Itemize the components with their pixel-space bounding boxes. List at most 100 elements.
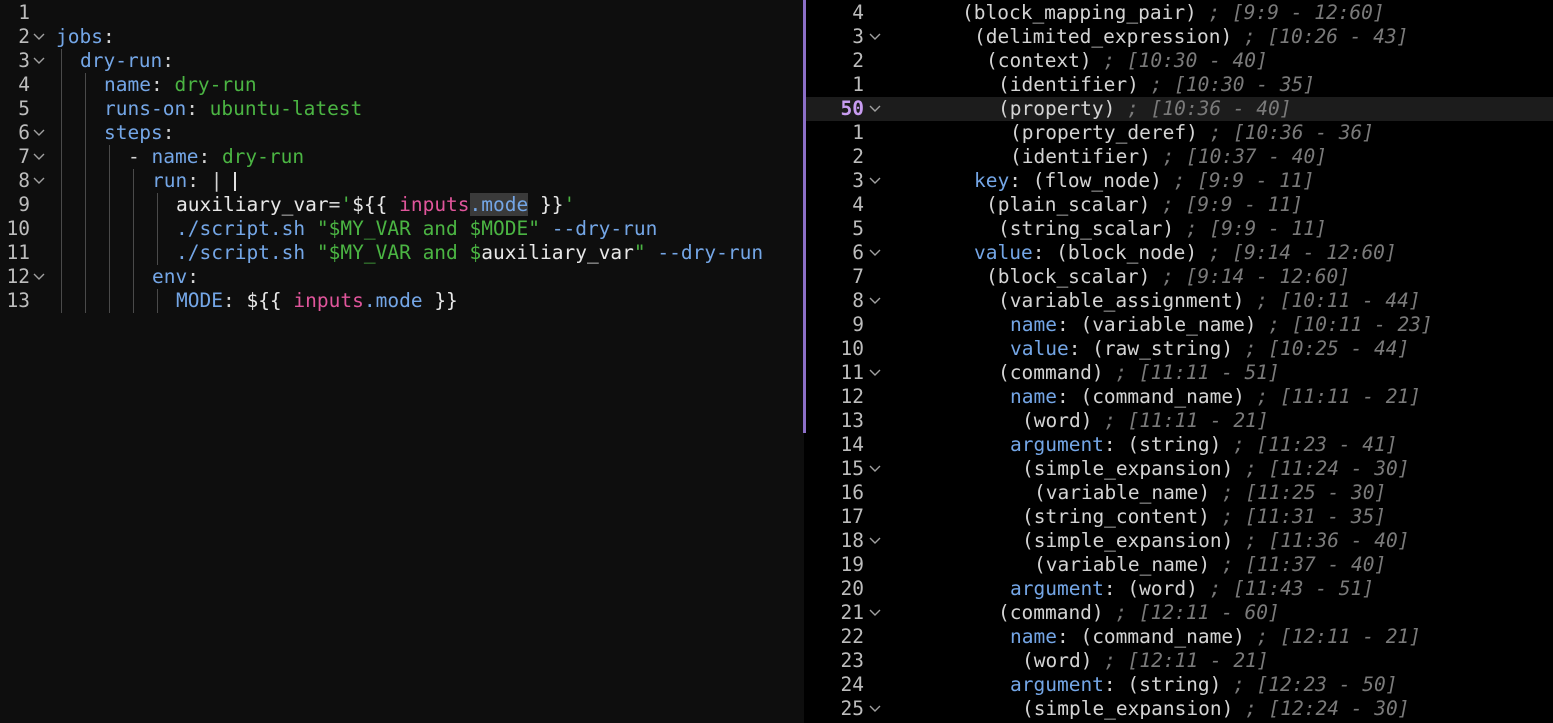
code-token: name <box>1010 625 1057 648</box>
tree-node-line[interactable]: 13 (word) ; [11:11 - 21] <box>806 409 1553 433</box>
line-content: (context) ; [10:30 - 40] <box>986 49 1268 73</box>
tree-node-line[interactable]: 24 argument: (string) ; [12:23 - 50] <box>806 673 1553 697</box>
line-number: 10 <box>6 217 30 240</box>
tree-node-line[interactable]: 4 (plain_scalar) ; [9:9 - 11] <box>806 193 1553 217</box>
line-gutter: 16 <box>806 481 882 505</box>
tree-node-line[interactable]: 23 (word) ; [12:11 - 21] <box>806 649 1553 673</box>
indent-guide <box>61 289 62 313</box>
tree-node-line[interactable]: 21 (command) ; [12:11 - 60] <box>806 601 1553 625</box>
indent-guide <box>133 169 134 193</box>
tree-node-line[interactable]: 18 (simple_expansion) ; [11:36 - 40] <box>806 529 1553 553</box>
line-number: 16 <box>840 481 864 504</box>
fold-chevron-icon[interactable] <box>868 601 882 625</box>
tree-node-line[interactable]: 2 (context) ; [10:30 - 40] <box>806 49 1553 73</box>
tree-node-line[interactable]: 8 (variable_assignment) ; [10:11 - 44] <box>806 289 1553 313</box>
fold-chevron-icon[interactable] <box>868 457 882 481</box>
code-line[interactable]: 10 ./script.sh "$MY_VAR and $MODE" --dry-… <box>0 217 804 241</box>
indent-guide <box>61 217 62 241</box>
tree-node-line[interactable]: 22 name: (command_name) ; [12:11 - 21] <box>806 625 1553 649</box>
code-token: steps <box>104 121 163 144</box>
fold-chevron-icon[interactable] <box>32 145 46 169</box>
editor-pane[interactable]: 1 2 jobs: 3 dry-run: 4 name: dry-run 5 runs-on: … <box>0 0 804 723</box>
text-cursor <box>234 172 237 191</box>
code-line[interactable]: 7 - name: dry-run <box>0 145 804 169</box>
tree-node-line[interactable]: 25 (simple_expansion) ; [12:24 - 30] <box>806 697 1553 721</box>
code-line[interactable]: 9 auxiliary_var='${{ inputs.mode }}' <box>0 193 804 217</box>
line-content: (property_deref) ; [10:36 - 36] <box>1010 121 1374 145</box>
tree-node-line[interactable]: 15 (simple_expansion) ; [11:24 - 30] <box>806 457 1553 481</box>
line-gutter: 13 <box>806 409 882 433</box>
fold-chevron-icon[interactable] <box>32 265 46 289</box>
fold-chevron-icon[interactable] <box>32 25 46 49</box>
line-content: (command) ; [12:11 - 60] <box>998 601 1280 625</box>
fold-chevron-icon[interactable] <box>868 169 882 193</box>
tree-node-line[interactable]: 1 (identifier) ; [10:30 - 35] <box>806 73 1553 97</box>
fold-chevron-icon[interactable] <box>32 121 46 145</box>
code-line[interactable]: 5 runs-on: ubuntu-latest <box>0 97 804 121</box>
tree-node-line[interactable]: 17 (string_content) ; [11:31 - 35] <box>806 505 1553 529</box>
line-gutter: 18 <box>806 529 882 553</box>
code-token: ubuntu-latest <box>209 97 363 120</box>
code-token: (string_scalar) <box>998 217 1175 240</box>
tree-node-line[interactable]: 1 (property_deref) ; [10:36 - 36] <box>806 121 1553 145</box>
line-number: 2 <box>18 25 30 48</box>
line-number: 7 <box>18 145 30 168</box>
fold-chevron-icon[interactable] <box>868 97 882 121</box>
syntax-tree-pane[interactable]: 4 (block_mapping_pair) ; [9:9 - 12:60] 3 (d… <box>806 0 1553 723</box>
tree-node-line[interactable]: 2 (identifier) ; [10:37 - 40] <box>806 145 1553 169</box>
code-line[interactable]: 1 <box>0 1 804 25</box>
tree-node-line[interactable]: 7 (block_scalar) ; [9:14 - 12:60] <box>806 265 1553 289</box>
code-line[interactable]: 8 run: | <box>0 169 804 193</box>
code-line[interactable]: 13 MODE: ${{ inputs.mode }} <box>0 289 804 313</box>
tree-node-line[interactable]: 16 (variable_name) ; [11:25 - 30] <box>806 481 1553 505</box>
fold-chevron-icon[interactable] <box>868 25 882 49</box>
code-line[interactable]: 12 env: <box>0 265 804 289</box>
fold-chevron-icon[interactable] <box>868 289 882 313</box>
tree-node-line[interactable]: 5 (string_scalar) ; [9:9 - 11] <box>806 217 1553 241</box>
fold-chevron-icon[interactable] <box>868 529 882 553</box>
code-token: (block_scalar) <box>986 265 1151 288</box>
line-gutter: 4 <box>806 193 882 217</box>
code-token: (property_deref) <box>1010 121 1198 144</box>
code-token: " <box>528 217 540 240</box>
code-token: = <box>328 193 341 216</box>
tree-node-line[interactable]: 3 key: (flow_node) ; [9:9 - 11] <box>806 169 1553 193</box>
code-token: name <box>1010 313 1057 336</box>
line-number: 22 <box>840 625 864 648</box>
tree-node-line[interactable]: 9 name: (variable_name) ; [10:11 - 23] <box>806 313 1553 337</box>
tree-node-line[interactable]: 11 (command) ; [11:11 - 51] <box>806 361 1553 385</box>
code-line[interactable]: 4 name: dry-run <box>0 73 804 97</box>
tree-node-line[interactable]: 10 value: (raw_string) ; [10:25 - 44] <box>806 337 1553 361</box>
code-line[interactable]: 3 dry-run: <box>0 49 804 73</box>
tree-node-line[interactable]: 4 (block_mapping_pair) ; [9:9 - 12:60] <box>806 1 1553 25</box>
line-gutter: 2 <box>806 145 882 169</box>
fold-chevron-icon[interactable] <box>32 49 46 73</box>
tree-node-line[interactable]: 14 argument: (string) ; [11:23 - 41] <box>806 433 1553 457</box>
tree-node-line[interactable]: 20 argument: (word) ; [11:43 - 51] <box>806 577 1553 601</box>
code-token: : (raw_string) <box>1068 337 1234 360</box>
tree-node-line[interactable]: 50 (property) ; [10:36 - 40] <box>806 97 1553 121</box>
line-gutter: 13 <box>0 289 46 313</box>
code-line[interactable]: 6 steps: <box>0 121 804 145</box>
tree-node-line[interactable]: 12 name: (command_name) ; [11:11 - 21] <box>806 385 1553 409</box>
indent-guide <box>61 145 62 169</box>
code-token: : (word) <box>1103 577 1198 600</box>
fold-chevron-icon[interactable] <box>868 241 882 265</box>
line-number: 5 <box>852 217 864 240</box>
code-token: " <box>316 217 329 240</box>
code-token: : (command_name) <box>1056 625 1245 648</box>
fold-chevron-icon[interactable] <box>868 361 882 385</box>
code-line[interactable]: 2 jobs: <box>0 25 804 49</box>
code-token: ; [10:37 - 40] <box>1150 145 1327 168</box>
line-number: 4 <box>18 73 30 96</box>
tree-node-line[interactable]: 19 (variable_name) ; [11:37 - 40] <box>806 553 1553 577</box>
code-token: (simple_expansion) <box>1022 697 1234 720</box>
indent-guide <box>85 289 86 313</box>
code-line[interactable]: 11 ./script.sh "$MY_VAR and $auxiliary_va… <box>0 241 804 265</box>
fold-chevron-icon[interactable] <box>868 697 882 721</box>
line-number: 23 <box>840 649 864 672</box>
line-number: 9 <box>852 313 864 336</box>
fold-chevron-icon[interactable] <box>32 169 46 193</box>
tree-node-line[interactable]: 6 value: (block_node) ; [9:14 - 12:60] <box>806 241 1553 265</box>
tree-node-line[interactable]: 3 (delimited_expression) ; [10:26 - 43] <box>806 25 1553 49</box>
